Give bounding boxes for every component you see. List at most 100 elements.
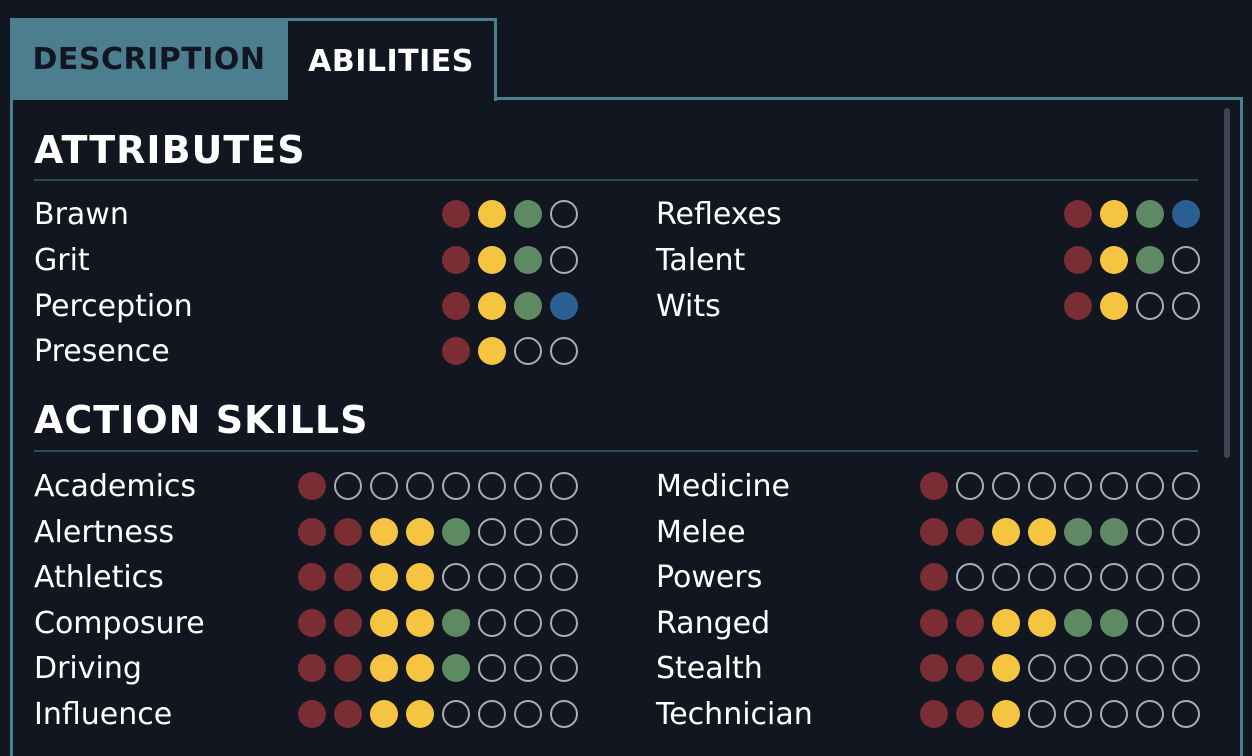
- rating-dot-filled[interactable]: [514, 292, 542, 320]
- rating-dot-filled[interactable]: [920, 518, 948, 546]
- rating-dot-empty[interactable]: [406, 472, 434, 500]
- rating-dot-empty[interactable]: [514, 654, 542, 682]
- rating-dot-filled[interactable]: [1100, 200, 1128, 228]
- rating-dot-filled[interactable]: [992, 700, 1020, 728]
- rating-dot-empty[interactable]: [1136, 563, 1164, 591]
- rating-dot-empty[interactable]: [442, 700, 470, 728]
- rating-dot-empty[interactable]: [1172, 518, 1200, 546]
- rating-dot-filled[interactable]: [1100, 292, 1128, 320]
- rating-dot-empty[interactable]: [514, 472, 542, 500]
- rating-dot-empty[interactable]: [992, 563, 1020, 591]
- rating-dot-empty[interactable]: [1028, 654, 1056, 682]
- rating-dot-filled[interactable]: [1136, 246, 1164, 274]
- rating-dot-filled[interactable]: [1136, 200, 1164, 228]
- rating-dot-filled[interactable]: [298, 518, 326, 546]
- rating-dot-filled[interactable]: [442, 518, 470, 546]
- rating-dot-filled[interactable]: [370, 654, 398, 682]
- rating-dot-filled[interactable]: [442, 246, 470, 274]
- rating-dot-filled[interactable]: [1100, 246, 1128, 274]
- rating-dot-filled[interactable]: [370, 609, 398, 637]
- rating-dot-filled[interactable]: [514, 200, 542, 228]
- rating-dot-filled[interactable]: [992, 654, 1020, 682]
- rating-dot-filled[interactable]: [956, 700, 984, 728]
- rating-dot-empty[interactable]: [478, 518, 506, 546]
- rating-dot-empty[interactable]: [1136, 609, 1164, 637]
- rating-dot-empty[interactable]: [550, 246, 578, 274]
- tab-abilities[interactable]: ABILITIES: [288, 18, 497, 101]
- rating-dot-filled[interactable]: [1064, 200, 1092, 228]
- rating-dot-empty[interactable]: [1100, 563, 1128, 591]
- rating-dot-filled[interactable]: [1100, 518, 1128, 546]
- rating-dot-empty[interactable]: [442, 563, 470, 591]
- rating-dot-filled[interactable]: [478, 246, 506, 274]
- rating-dot-filled[interactable]: [406, 518, 434, 546]
- rating-dot-filled[interactable]: [1172, 200, 1200, 228]
- rating-dot-empty[interactable]: [478, 700, 506, 728]
- rating-dot-empty[interactable]: [514, 609, 542, 637]
- rating-dot-empty[interactable]: [956, 472, 984, 500]
- rating-dot-filled[interactable]: [334, 563, 362, 591]
- rating-dot-filled[interactable]: [442, 200, 470, 228]
- rating-dot-filled[interactable]: [920, 609, 948, 637]
- rating-dot-empty[interactable]: [1136, 518, 1164, 546]
- rating-dot-filled[interactable]: [406, 654, 434, 682]
- rating-dot-empty[interactable]: [370, 472, 398, 500]
- rating-dot-filled[interactable]: [370, 563, 398, 591]
- rating-dot-empty[interactable]: [956, 563, 984, 591]
- rating-dot-filled[interactable]: [370, 518, 398, 546]
- rating-dot-filled[interactable]: [478, 292, 506, 320]
- rating-dot-filled[interactable]: [1028, 518, 1056, 546]
- rating-dot-empty[interactable]: [1172, 654, 1200, 682]
- rating-dot-empty[interactable]: [1028, 472, 1056, 500]
- rating-dot-filled[interactable]: [920, 700, 948, 728]
- rating-dot-empty[interactable]: [514, 563, 542, 591]
- rating-dot-empty[interactable]: [1136, 654, 1164, 682]
- rating-dot-empty[interactable]: [1064, 700, 1092, 728]
- rating-dot-filled[interactable]: [920, 472, 948, 500]
- rating-dot-empty[interactable]: [478, 654, 506, 682]
- rating-dot-filled[interactable]: [1064, 518, 1092, 546]
- rating-dot-empty[interactable]: [442, 472, 470, 500]
- rating-dot-empty[interactable]: [992, 472, 1020, 500]
- rating-dot-empty[interactable]: [514, 518, 542, 546]
- rating-dot-filled[interactable]: [334, 518, 362, 546]
- rating-dot-filled[interactable]: [406, 700, 434, 728]
- rating-dot-empty[interactable]: [550, 337, 578, 365]
- rating-dot-filled[interactable]: [550, 292, 578, 320]
- rating-dot-empty[interactable]: [1172, 563, 1200, 591]
- rating-dot-filled[interactable]: [334, 700, 362, 728]
- rating-dot-empty[interactable]: [1172, 700, 1200, 728]
- rating-dot-filled[interactable]: [298, 654, 326, 682]
- rating-dot-filled[interactable]: [920, 563, 948, 591]
- rating-dot-empty[interactable]: [550, 472, 578, 500]
- rating-dot-empty[interactable]: [1028, 563, 1056, 591]
- rating-dot-filled[interactable]: [478, 337, 506, 365]
- rating-dot-filled[interactable]: [406, 609, 434, 637]
- rating-dot-empty[interactable]: [550, 518, 578, 546]
- rating-dot-empty[interactable]: [1100, 654, 1128, 682]
- rating-dot-filled[interactable]: [956, 518, 984, 546]
- rating-dot-empty[interactable]: [1172, 609, 1200, 637]
- rating-dot-filled[interactable]: [442, 337, 470, 365]
- scrollbar[interactable]: [1224, 108, 1230, 458]
- rating-dot-empty[interactable]: [478, 563, 506, 591]
- rating-dot-filled[interactable]: [370, 700, 398, 728]
- rating-dot-filled[interactable]: [406, 563, 434, 591]
- rating-dot-filled[interactable]: [442, 609, 470, 637]
- rating-dot-filled[interactable]: [334, 609, 362, 637]
- rating-dot-filled[interactable]: [298, 563, 326, 591]
- rating-dot-empty[interactable]: [1136, 700, 1164, 728]
- rating-dot-filled[interactable]: [298, 472, 326, 500]
- rating-dot-filled[interactable]: [956, 654, 984, 682]
- rating-dot-empty[interactable]: [1064, 472, 1092, 500]
- rating-dot-filled[interactable]: [478, 200, 506, 228]
- rating-dot-empty[interactable]: [550, 609, 578, 637]
- rating-dot-empty[interactable]: [1100, 472, 1128, 500]
- rating-dot-empty[interactable]: [1100, 700, 1128, 728]
- rating-dot-empty[interactable]: [1136, 472, 1164, 500]
- rating-dot-empty[interactable]: [1064, 654, 1092, 682]
- rating-dot-filled[interactable]: [992, 518, 1020, 546]
- rating-dot-filled[interactable]: [992, 609, 1020, 637]
- rating-dot-empty[interactable]: [1028, 700, 1056, 728]
- rating-dot-filled[interactable]: [920, 654, 948, 682]
